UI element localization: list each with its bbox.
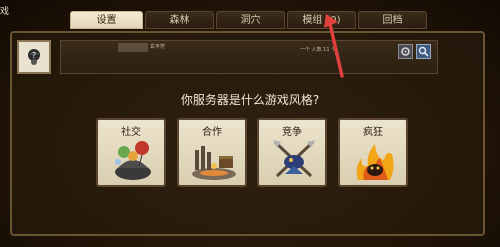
social-icon xyxy=(115,141,151,180)
tab-forest[interactable]: 森林 xyxy=(145,11,214,29)
svg-text:?: ? xyxy=(32,51,36,60)
madness-icon xyxy=(356,144,394,180)
host-avatar[interactable]: ? xyxy=(17,40,51,74)
player-settings-button[interactable] xyxy=(398,44,413,59)
tab-label: 回档 xyxy=(382,15,403,26)
red-arrow-annotation xyxy=(324,14,344,78)
tab-caves[interactable]: 洞穴 xyxy=(216,11,285,29)
gear-icon xyxy=(401,47,410,56)
host-row xyxy=(60,40,438,74)
tab-label: 设置 xyxy=(96,15,117,26)
host-meta: 玄丰符 xyxy=(150,44,166,50)
tab-label: 森林 xyxy=(169,15,190,26)
tab-settings[interactable]: 设置 xyxy=(70,11,143,29)
competitive-icon xyxy=(273,140,315,178)
magnifier-icon xyxy=(418,46,429,57)
style-card-cooperative[interactable]: 合作 xyxy=(177,118,247,187)
style-card-social[interactable]: 社交 xyxy=(96,118,166,187)
style-card-madness[interactable]: 疯狂 xyxy=(338,118,408,187)
style-card-competitive[interactable]: 竞争 xyxy=(257,118,327,187)
game-style-question: 你服务器是什么游戏风格? xyxy=(180,93,320,107)
tab-rollback[interactable]: 回档 xyxy=(358,11,427,29)
character-icon: ? xyxy=(28,49,40,65)
view-profile-button[interactable] xyxy=(416,44,431,59)
cooperative-icon xyxy=(192,146,236,180)
window-title: 戏 xyxy=(0,7,10,17)
tab-label: 洞穴 xyxy=(240,15,261,26)
host-name-blurred xyxy=(118,43,148,52)
